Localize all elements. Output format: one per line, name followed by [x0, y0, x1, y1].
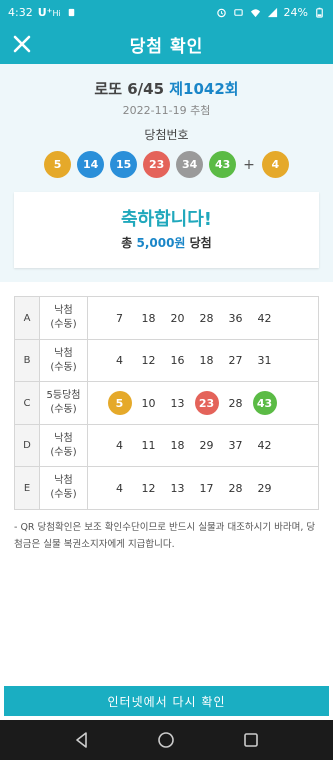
game-name: 로또 6/45 [94, 80, 165, 98]
matched-number: 43 [252, 391, 277, 415]
wifi-icon [250, 8, 260, 17]
app-header: 당첨 확인 [0, 24, 333, 64]
winning-number-ball: 23 [143, 151, 171, 178]
ticket-number: 31 [257, 354, 272, 367]
prize-amount: 5,000원 [136, 236, 186, 250]
ticket-number: 18 [141, 311, 156, 325]
winning-numbers: 5 14 15 23 34 43 +4 [0, 151, 333, 178]
ticket-number: 36 [228, 311, 243, 325]
winning-number-ball: 43 [209, 151, 237, 178]
ticket-number: 28 [199, 311, 214, 325]
ticket-row: D 낙첨 (수동) 4 11 18 29 37 42 [15, 424, 318, 466]
game-title: 로또 6/45 제1042회 [0, 78, 333, 99]
ticket-number: 18 [199, 354, 214, 367]
ticket-row: C 5등당첨 (수동) 5 10 13 23 28 43 [15, 381, 318, 424]
ticket-result: 낙첨 (수동) [40, 467, 88, 509]
ticket-result: 낙첨 (수동) [40, 425, 88, 466]
ticket-number: 29 [257, 481, 272, 495]
ticket-number: 10 [141, 396, 156, 410]
winning-numbers-label: 당첨번호 [144, 128, 189, 142]
ticket-number: 12 [141, 354, 156, 367]
ticket-number: 4 [116, 439, 123, 452]
ticket-number: 18 [170, 439, 185, 452]
home-icon[interactable] [156, 730, 176, 750]
ticket-row: A 낙첨 (수동) 7 18 20 28 36 42 [15, 297, 318, 339]
bonus-number-ball: 4 [261, 151, 289, 178]
battery-icon [316, 7, 323, 18]
ticket-numbers: 4 12 13 17 28 29 [88, 467, 318, 509]
ticket-number: 42 [257, 311, 272, 325]
close-icon[interactable] [10, 32, 34, 56]
ticket-number: 4 [116, 354, 123, 367]
winning-number-ball: 34 [176, 151, 204, 178]
signal-icon [267, 7, 277, 17]
ticket-result: 5등당첨 (수동) [40, 382, 88, 424]
ticket-number: 27 [228, 354, 243, 367]
ticket-numbers: 4 12 16 18 27 31 [88, 340, 318, 381]
congrats-message: 축하합니다! [120, 209, 212, 230]
ticket-numbers: 7 18 20 28 36 42 [88, 297, 318, 339]
winning-number-ball: 15 [110, 151, 138, 178]
ticket-row: E 낙첨 (수동) 4 12 13 17 28 29 [15, 466, 318, 509]
draw-date: 2022-11-19 추첨 [122, 104, 211, 117]
status-bar: 4:32 U⁺Hi 24% [0, 0, 333, 24]
ticket-number: 12 [141, 481, 156, 495]
alarm-icon [216, 8, 226, 17]
status-time: 4:32 [8, 5, 33, 19]
ticket-number: 13 [170, 481, 185, 495]
ticket-row-label: D [15, 425, 40, 466]
prize-text: 총 5,000원 당첨 [121, 236, 212, 250]
result-card: 축하합니다! 총 5,000원 당첨 [14, 192, 319, 268]
ticket-number: 17 [199, 481, 214, 495]
ticket-number: 29 [199, 439, 214, 452]
carrier-label: U⁺Hi [37, 5, 61, 19]
matched-number: 5 [107, 391, 132, 415]
ticket-row-label: A [15, 297, 40, 339]
ticket-numbers: 4 11 18 29 37 42 [88, 425, 318, 466]
ticket-number: 7 [116, 311, 123, 325]
ticket-result: 낙첨 (수동) [40, 297, 88, 339]
ticket-result: 낙첨 (수동) [40, 340, 88, 381]
silent-icon [233, 8, 243, 16]
bonus-plus-sign: + [243, 156, 255, 173]
ticket-number: 16 [170, 354, 185, 367]
ticket-numbers: 5 10 13 23 28 43 [88, 382, 318, 424]
draw-round: 제1042회 [169, 80, 239, 98]
page-title: 당첨 확인 [129, 36, 204, 57]
ticket-number: 11 [141, 439, 156, 452]
notice-text: - QR 당첨확인은 보조 확인수단이므로 반드시 실물과 대조하시기 바라며,… [14, 522, 316, 550]
ticket-number: 42 [257, 439, 272, 452]
ticket-row-label: C [15, 382, 40, 424]
ticket-number: 37 [228, 439, 243, 452]
ticket-row: B 낙첨 (수동) 4 12 16 18 27 31 [15, 339, 318, 381]
winning-number-ball: 5 [44, 151, 72, 178]
ticket-table: A 낙첨 (수동) 7 18 20 28 36 42 B 낙첨 (수동) 4 12 16 18 27 31 C 5… [14, 296, 319, 510]
ticket-number: 13 [170, 396, 185, 410]
ticket-row-label: E [15, 467, 40, 509]
recheck-online-button[interactable]: 인터넷에서 다시 확인 [4, 686, 329, 716]
ticket-row-label: B [15, 340, 40, 381]
winning-number-ball: 14 [77, 151, 105, 178]
ticket-number: 28 [228, 481, 243, 495]
back-icon[interactable] [72, 730, 92, 750]
vibrate-icon [68, 8, 74, 16]
ticket-number: 20 [170, 311, 185, 325]
ticket-number: 28 [228, 396, 243, 410]
ticket-number: 4 [116, 481, 123, 495]
battery-percent: 24% [283, 5, 308, 19]
recents-icon[interactable] [241, 730, 261, 750]
matched-number: 23 [194, 391, 219, 415]
system-nav-bar [0, 720, 333, 760]
